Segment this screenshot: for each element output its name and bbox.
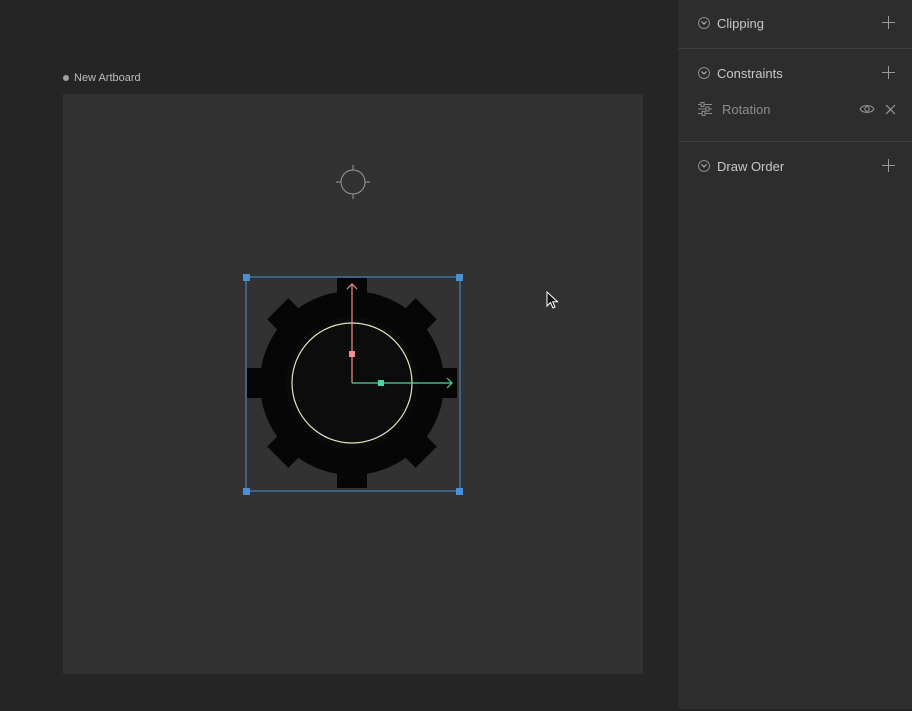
artboard-name: New Artboard <box>74 72 141 84</box>
artboard-dot-icon <box>63 75 69 81</box>
draw-order-section: Draw Order <box>678 156 912 176</box>
mouse-cursor-icon <box>546 291 559 309</box>
close-icon <box>885 104 896 114</box>
selection-handle-tl[interactable] <box>243 274 250 281</box>
sliders-icon <box>698 102 712 116</box>
target-crosshair-icon[interactable] <box>336 165 370 199</box>
remove-constraint-button[interactable] <box>885 104 896 115</box>
clipping-title[interactable]: Clipping <box>717 16 882 31</box>
constraints-title[interactable]: Constraints <box>717 66 882 81</box>
chevron-down-icon[interactable] <box>698 67 710 79</box>
add-constraint-button[interactable] <box>882 66 896 80</box>
inspector-panel: Clipping Constraints Rotation Draw Order <box>678 0 912 709</box>
selection-handle-bl[interactable] <box>243 488 250 495</box>
eye-icon <box>859 105 875 113</box>
canvas-stage[interactable]: New Artboard <box>0 0 678 711</box>
add-clipping-button[interactable] <box>882 16 896 30</box>
constraint-item-rotation[interactable]: Rotation <box>698 100 896 118</box>
divider <box>678 48 912 49</box>
constraint-label: Rotation <box>722 101 771 117</box>
clipping-section: Clipping <box>678 13 912 33</box>
constraints-section: Constraints <box>678 63 912 83</box>
chevron-down-icon[interactable] <box>698 160 710 172</box>
add-draw-order-button[interactable] <box>882 159 896 173</box>
artboard[interactable] <box>63 94 643 674</box>
selection-handle-tr[interactable] <box>456 274 463 281</box>
visibility-toggle-button[interactable] <box>859 103 875 115</box>
divider <box>678 141 912 142</box>
artboard-content <box>243 165 463 495</box>
artboard-label[interactable]: New Artboard <box>63 72 141 84</box>
draw-order-title[interactable]: Draw Order <box>717 159 882 174</box>
chevron-down-icon[interactable] <box>698 17 710 29</box>
selection-handle-br[interactable] <box>456 488 463 495</box>
